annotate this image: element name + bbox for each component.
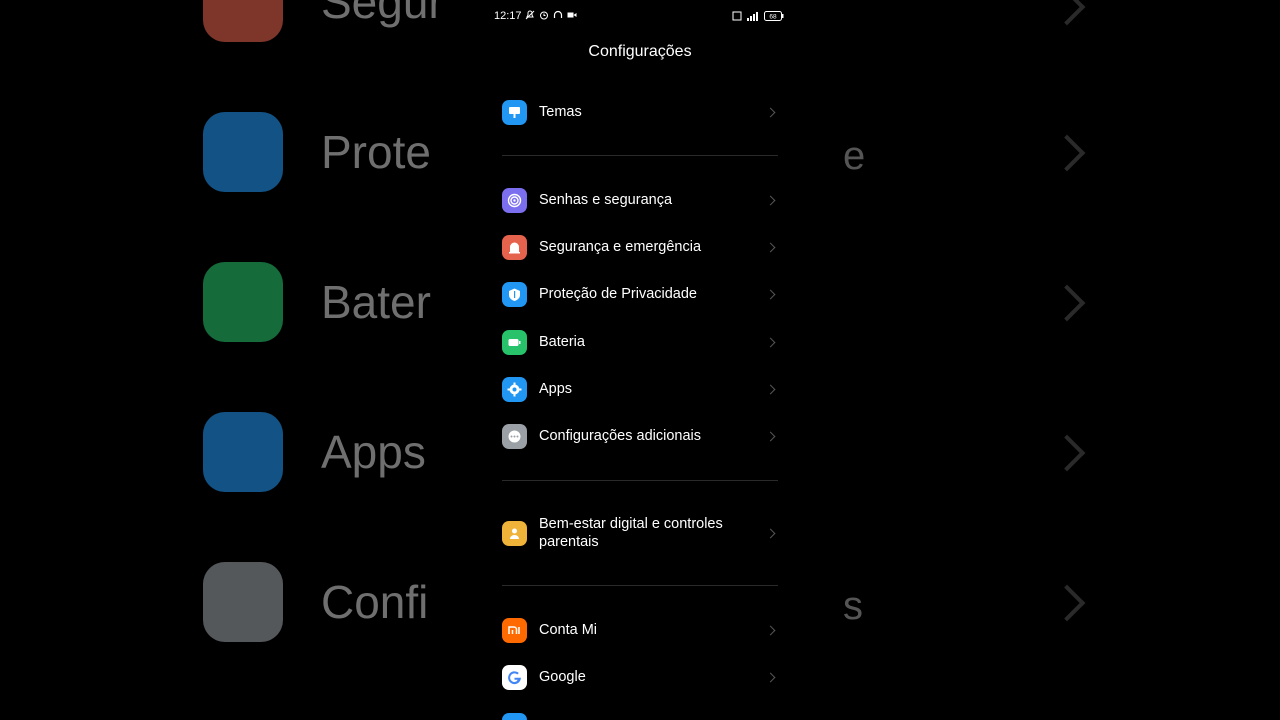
settings-item-emergencia[interactable]: Segurança e emergência — [502, 227, 780, 267]
more-icon — [203, 562, 283, 642]
headphones-icon — [553, 10, 563, 18]
settings-item-bem-estar[interactable]: Bem-estar digital e controles parentais — [502, 513, 780, 553]
settings-item-partial[interactable] — [502, 705, 780, 720]
bg-row-more: Confi — [203, 562, 436, 642]
settings-item-label: Segurança e emergência — [539, 239, 702, 255]
settings-item-bateria[interactable]: Bateria — [502, 322, 780, 362]
bg-fragment: e — [843, 134, 866, 178]
bg-label: Prote — [321, 126, 431, 178]
settings-item-label: Senhas e segurança — [539, 192, 673, 208]
chevron-right-icon — [765, 431, 776, 441]
battery-icon — [502, 329, 527, 355]
fingerprint-icon — [502, 187, 527, 213]
battery-icon — [203, 262, 283, 342]
chevron-right-icon — [1048, 584, 1086, 622]
bg-row-apps: Apps — [203, 412, 436, 492]
more-icon — [502, 423, 527, 449]
bg-row-security: Segur — [203, 0, 436, 42]
gear-icon — [203, 412, 283, 492]
status-right-icons: 68 — [732, 11, 784, 21]
chevron-right-icon — [765, 672, 776, 682]
chevron-right-icon — [765, 107, 776, 117]
divider — [502, 585, 778, 586]
alarm-icon — [540, 11, 548, 20]
chevron-right-icon — [765, 289, 776, 299]
chevron-right-icon — [1048, 134, 1086, 172]
settings-item-label: Apps — [539, 381, 573, 397]
privacy-shield-icon — [502, 281, 527, 307]
settings-item-label: Bateria — [539, 334, 585, 350]
settings-item-label: Bem-estar digital e controles parentais — [539, 516, 723, 550]
settings-item-label: Google — [539, 669, 586, 685]
divider — [502, 480, 778, 481]
settings-item-label: Proteção de Privacidade — [539, 286, 697, 302]
page-title: Configurações — [588, 43, 692, 60]
video-icon — [567, 12, 577, 18]
alarm-light-icon — [203, 0, 283, 42]
settings-item-temas[interactable]: Temas — [502, 92, 780, 132]
settings-item-google[interactable]: Google — [502, 657, 780, 697]
chevron-right-icon — [1048, 434, 1086, 472]
phone-screen: 12:17 68 Configurações Temas Senhas e se… — [440, 0, 840, 720]
chevron-right-icon — [1048, 284, 1086, 322]
battery-status-icon: 68 — [764, 11, 784, 21]
settings-item-label: Conta Mi — [539, 622, 598, 638]
bg-fragment: s — [843, 584, 863, 628]
settings-item-adicionais[interactable]: Configurações adicionais — [502, 416, 780, 456]
chevron-right-icon — [765, 625, 776, 635]
chevron-right-icon — [1048, 0, 1086, 26]
settings-item-senhas[interactable]: Senhas e segurança — [502, 180, 780, 220]
bg-label: Confi — [321, 576, 429, 628]
bg-label: Apps — [321, 426, 426, 478]
settings-item-apps[interactable]: Apps — [502, 369, 780, 409]
wellbeing-icon — [502, 520, 527, 546]
bg-label: Bater — [321, 276, 431, 328]
chevron-right-icon — [765, 195, 776, 205]
gear-icon — [502, 376, 527, 402]
settings-item-conta-mi[interactable]: Conta Mi — [502, 610, 780, 650]
themes-icon — [502, 99, 527, 125]
chevron-right-icon — [765, 528, 776, 538]
svg-text:68: 68 — [769, 14, 777, 21]
bg-label: Segur — [321, 0, 436, 28]
status-left-icons — [525, 10, 577, 20]
divider — [502, 155, 778, 156]
alarm-light-icon — [502, 234, 527, 260]
settings-item-label: Configurações adicionais — [539, 428, 702, 444]
status-time: 12:17 — [494, 10, 522, 22]
chevron-right-icon — [765, 337, 776, 347]
nfc-icon — [732, 11, 742, 21]
chevron-right-icon — [765, 384, 776, 394]
chevron-right-icon — [765, 242, 776, 252]
status-bar: 12:17 68 — [440, 8, 840, 26]
google-icon — [502, 664, 527, 690]
bg-row-privacy: Prote — [203, 112, 436, 192]
partial-icon — [502, 712, 527, 720]
signal-icon — [747, 12, 758, 21]
settings-item-label: Temas — [539, 104, 582, 120]
mi-account-icon — [502, 617, 527, 643]
settings-item-privacidade[interactable]: Proteção de Privacidade — [502, 274, 780, 314]
mute-icon — [525, 10, 535, 20]
privacy-shield-icon — [203, 112, 283, 192]
bg-row-battery: Bater — [203, 262, 436, 342]
